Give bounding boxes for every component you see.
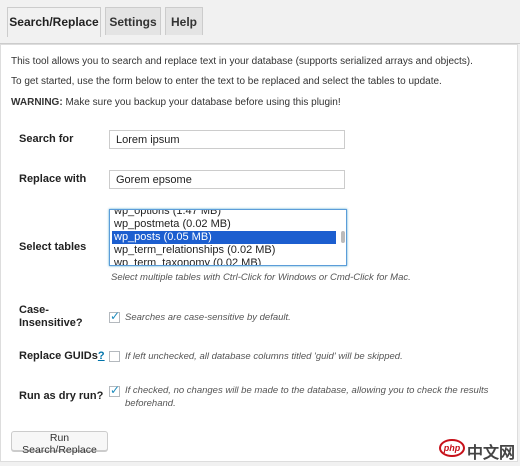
watermark-text: 中文网: [467, 443, 516, 462]
table-option-wp-term-relationships[interactable]: wp_term_relationships (0.02 MB): [112, 244, 336, 257]
tab-bar: Search/Replace Settings Help: [0, 7, 520, 44]
case-insensitive-label: Case- Insensitive?: [19, 304, 83, 330]
case-insensitive-checkbox[interactable]: ✓: [109, 309, 121, 323]
instructions-text: To get started, use the form below to en…: [11, 76, 442, 87]
case-label-line-1: Case-: [19, 304, 49, 316]
plugin-page: Search/Replace Settings Help This tool a…: [0, 0, 520, 466]
search-input[interactable]: [109, 130, 345, 149]
replace-label: Replace with: [19, 173, 87, 185]
guids-hint: If left unchecked, all database columns …: [125, 351, 403, 362]
dry-run-hint-line-2: beforehand.: [125, 398, 176, 409]
table-option-wp-postmeta[interactable]: wp_postmeta (0.02 MB): [112, 218, 336, 231]
select-tables-label: Select tables: [19, 241, 87, 253]
php-logo-icon: php: [439, 439, 465, 457]
tables-hint: Select multiple tables with Ctrl-Click f…: [111, 272, 411, 283]
tab-help[interactable]: Help: [165, 7, 203, 35]
warning-text: WARNING: Make sure you backup your datab…: [11, 97, 341, 108]
case-label-line-2: Insensitive?: [19, 317, 83, 329]
replace-input[interactable]: [109, 170, 345, 189]
replace-guids-text: Replace GUIDs: [19, 350, 98, 362]
tables-scrollbar[interactable]: [340, 211, 345, 264]
table-option-wp-term-taxonomy[interactable]: wp_term_taxonomy (0.02 MB): [112, 257, 336, 265]
checkmark-icon: ✓: [110, 383, 121, 397]
search-replace-panel: This tool allows you to search and repla…: [0, 44, 518, 462]
scrollbar-thumb[interactable]: [341, 231, 345, 243]
warning-message: Make sure you backup your database befor…: [62, 97, 341, 108]
run-search-replace-button[interactable]: Run Search/Replace: [11, 431, 108, 456]
tables-listbox[interactable]: wp_options (1.47 MB) wp_postmeta (0.02 M…: [109, 209, 347, 266]
search-label: Search for: [19, 133, 74, 145]
checkmark-icon: ✓: [110, 309, 121, 323]
intro-text: This tool allows you to search and repla…: [11, 56, 473, 67]
guids-help-link[interactable]: ?: [98, 350, 105, 362]
case-hint: Searches are case-sensitive by default.: [125, 312, 291, 323]
dry-run-label: Run as dry run?: [19, 390, 104, 402]
site-watermark: php 中文网: [439, 437, 519, 463]
dry-run-hint-line-1: If checked, no changes will be made to t…: [125, 385, 489, 396]
table-option-wp-options[interactable]: wp_options (1.47 MB): [112, 210, 336, 218]
tab-search-replace[interactable]: Search/Replace: [7, 7, 101, 37]
dry-run-checkbox[interactable]: ✓: [109, 383, 121, 397]
replace-guids-checkbox[interactable]: [109, 351, 120, 362]
tab-settings[interactable]: Settings: [105, 7, 161, 35]
replace-guids-label: Replace GUIDs?: [19, 350, 105, 363]
warning-label: WARNING:: [11, 97, 63, 108]
table-option-wp-posts[interactable]: wp_posts (0.05 MB): [112, 231, 336, 244]
